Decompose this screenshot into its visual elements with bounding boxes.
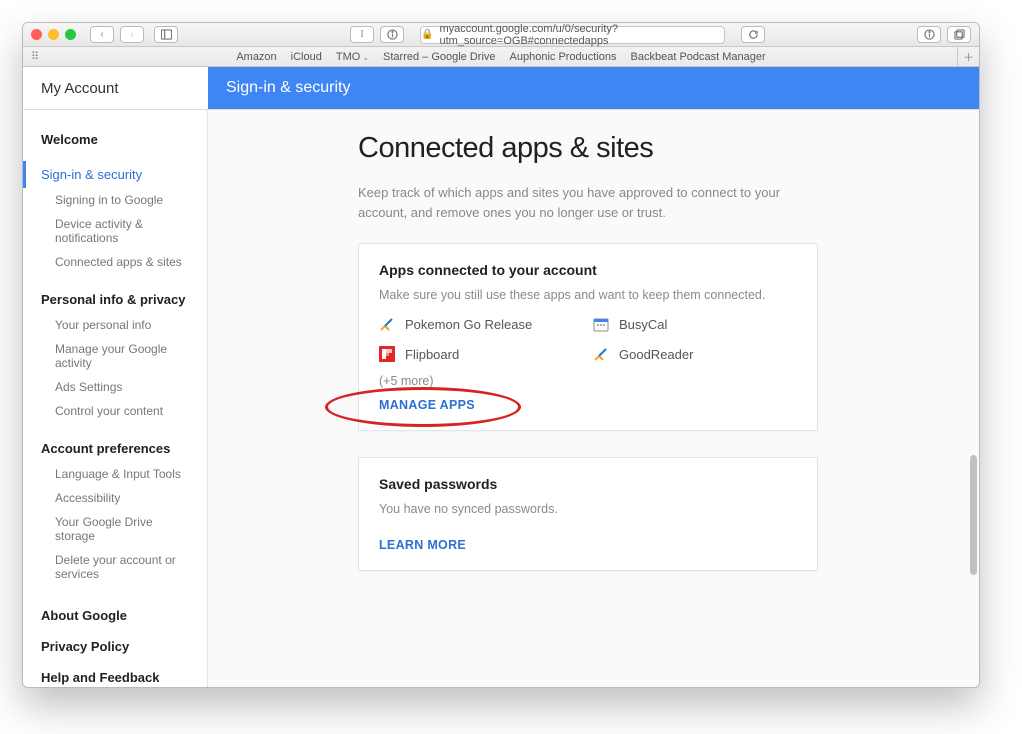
reader-button[interactable]: I (350, 26, 374, 43)
sidebar-personal-info[interactable]: Your personal info (23, 313, 207, 337)
sidebar-signing-in[interactable]: Signing in to Google (23, 188, 207, 212)
site-info-button[interactable] (380, 26, 404, 43)
sidebar-accessibility[interactable]: Accessibility (23, 486, 207, 510)
apps-grid-icon[interactable]: ⠿ (31, 50, 40, 63)
reload-button[interactable] (741, 26, 765, 43)
scrollbar-thumb[interactable] (970, 455, 977, 575)
calendar-icon (593, 316, 609, 332)
app-item[interactable]: GoodReader (593, 346, 797, 362)
minimize-window[interactable] (48, 29, 59, 40)
sidebar-delete-account[interactable]: Delete your account or services (23, 548, 207, 586)
manage-apps-link[interactable]: MANAGE APPS (379, 398, 797, 412)
content-area: Connected apps & sites Keep track of whi… (208, 110, 979, 688)
app-name: Pokemon Go Release (405, 317, 532, 332)
new-tab-button[interactable]: ＋ (957, 47, 979, 67)
paintbrush-icon (379, 316, 395, 332)
sidebar-signin-security[interactable]: Sign-in & security (23, 161, 207, 188)
card-title: Apps connected to your account (379, 262, 797, 278)
app-name: BusyCal (619, 317, 667, 332)
app-name: Flipboard (405, 347, 459, 362)
app-item[interactable]: Flipboard (379, 346, 583, 362)
bookmarks-bar: ⠿ Amazon iCloud TMO⌄ Starred – Google Dr… (23, 47, 979, 67)
bookmark-folder[interactable]: TMO⌄ (336, 51, 369, 63)
paintbrush-icon (593, 346, 609, 362)
lock-icon: 🔒 (421, 29, 433, 40)
bookmark-item[interactable]: Amazon (236, 51, 276, 63)
address-bar[interactable]: 🔒 myaccount.google.com/u/0/security?utm_… (420, 26, 725, 44)
bookmark-item[interactable]: Auphonic Productions (510, 51, 617, 63)
page-header: My Account Sign-in & security (23, 67, 979, 110)
sidebar-welcome[interactable]: Welcome (23, 122, 207, 153)
page-description: Keep track of which apps and sites you h… (358, 183, 798, 223)
share-button[interactable] (917, 26, 941, 43)
bookmark-item[interactable]: Backbeat Podcast Manager (631, 51, 766, 63)
sidebar-privacy-policy[interactable]: Privacy Policy (23, 631, 207, 662)
close-window[interactable] (31, 29, 42, 40)
url-text: myaccount.google.com/u/0/security?utm_so… (439, 23, 724, 47)
app-item[interactable]: Pokemon Go Release (379, 316, 583, 332)
sidebar-control-content[interactable]: Control your content (23, 399, 207, 423)
traffic-lights (31, 29, 76, 40)
sidebar-language[interactable]: Language & Input Tools (23, 462, 207, 486)
sidebar-prefs-heading[interactable]: Account preferences (23, 423, 207, 462)
saved-passwords-card: Saved passwords You have no synced passw… (358, 457, 818, 571)
app-name: GoodReader (619, 347, 693, 362)
page-title: Connected apps & sites (358, 132, 979, 165)
zoom-window[interactable] (65, 29, 76, 40)
card-subtitle: Make sure you still use these apps and w… (379, 288, 797, 302)
titlebar: ‹ › I 🔒 myaccount.google.com/u/0/securit… (23, 23, 979, 47)
tabs-button[interactable] (947, 26, 971, 43)
bookmark-item[interactable]: iCloud (291, 51, 322, 63)
sidebar-google-activity[interactable]: Manage your Google activity (23, 337, 207, 375)
back-button[interactable]: ‹ (90, 26, 114, 43)
card-title: Saved passwords (379, 476, 797, 492)
sidebar-personal-heading[interactable]: Personal info & privacy (23, 274, 207, 313)
sidebar-help-feedback[interactable]: Help and Feedback (23, 662, 207, 688)
flipboard-icon (379, 346, 395, 362)
more-apps-text: (+5 more) (379, 374, 797, 388)
learn-more-link[interactable]: LEARN MORE (379, 538, 797, 552)
sidebar-toggle[interactable] (154, 26, 178, 43)
browser-window: ‹ › I 🔒 myaccount.google.com/u/0/securit… (22, 22, 980, 688)
sidebar-device-activity[interactable]: Device activity & notifications (23, 212, 207, 250)
sidebar-about-google[interactable]: About Google (23, 600, 207, 631)
app-title: My Account (23, 67, 208, 109)
sidebar: Welcome Sign-in & security Signing in to… (23, 110, 208, 688)
app-item[interactable]: BusyCal (593, 316, 797, 332)
section-title: Sign-in & security (208, 67, 979, 109)
forward-button[interactable]: › (120, 26, 144, 43)
sidebar-drive-storage[interactable]: Your Google Drive storage (23, 510, 207, 548)
sidebar-connected-apps[interactable]: Connected apps & sites (23, 250, 207, 274)
bookmark-item[interactable]: Starred – Google Drive (383, 51, 496, 63)
sidebar-ads-settings[interactable]: Ads Settings (23, 375, 207, 399)
connected-apps-card: Apps connected to your account Make sure… (358, 243, 818, 431)
card-subtitle: You have no synced passwords. (379, 502, 797, 516)
